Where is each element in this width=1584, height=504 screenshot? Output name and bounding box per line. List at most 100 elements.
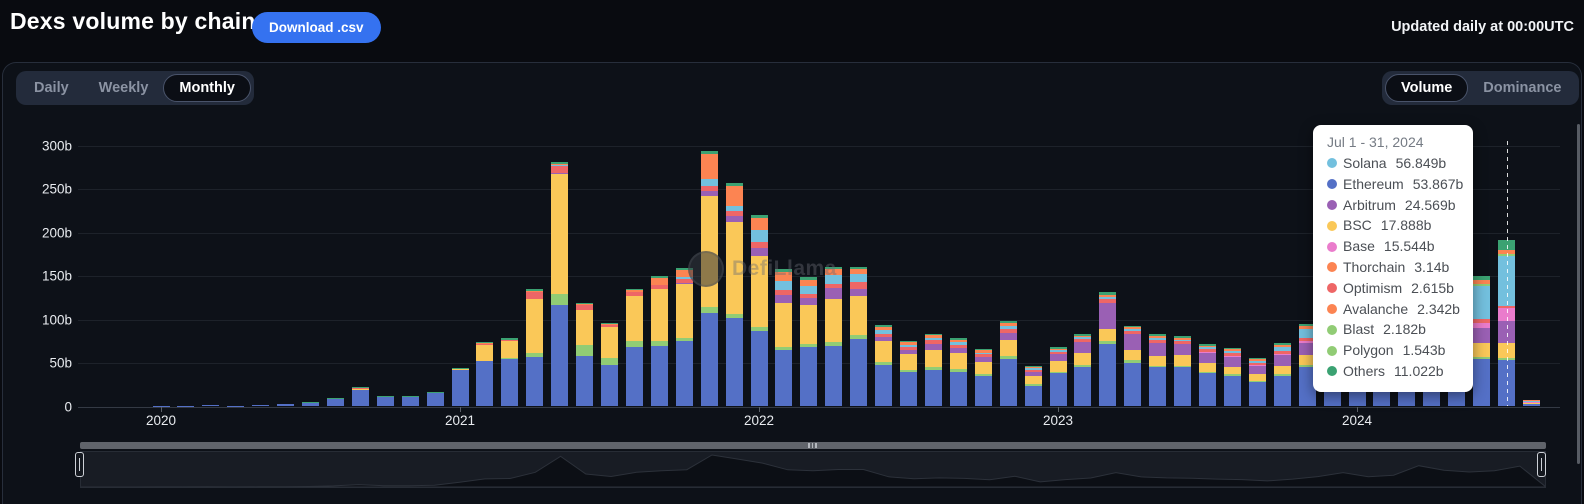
bar-column[interactable] [775,269,792,406]
bar-column[interactable] [875,325,892,407]
hover-tooltip: Jul 1 - 31, 2024 Solana56.849bEthereum53… [1313,125,1473,392]
bar-segment-ethereum [501,359,518,407]
vertical-scrollbar[interactable] [1577,124,1580,464]
bar-segment-bsc [626,296,643,341]
tooltip-row: Arbitrum24.569b [1327,195,1459,216]
bar-column[interactable] [1224,348,1241,407]
bar-column[interactable] [1050,347,1067,406]
tooltip-row: Polygon1.543b [1327,340,1459,361]
hover-axis-pointer [1507,141,1508,406]
bar-column[interactable] [227,406,244,407]
tooltip-row: Blast2.182b [1327,319,1459,340]
bar-column[interactable] [1249,358,1266,406]
bar-segment-ethereum [1124,363,1141,406]
bar-column[interactable] [1025,366,1042,406]
bar-column[interactable] [751,215,768,406]
bar-segment-arbitrum [1050,354,1067,361]
bar-segment-ethereum [1000,359,1017,407]
bar-column[interactable] [427,392,444,406]
bar-column[interactable] [352,387,369,406]
y-axis-label: 250b [26,182,72,197]
bar-segment-bsc [1124,350,1141,360]
bar-column[interactable] [327,398,344,406]
bar-column[interactable] [526,289,543,406]
bar-column[interactable] [726,183,743,406]
bar-column[interactable] [1274,343,1291,406]
bar-segment-ethereum [701,313,718,407]
bar-segment-ethereum [526,357,543,406]
bar-column[interactable] [850,267,867,407]
bar-column[interactable] [377,396,394,406]
bar-column[interactable] [202,405,219,406]
bar-column[interactable] [1149,334,1166,406]
bar-column[interactable] [1174,336,1191,407]
bar-segment-optimism [526,292,543,299]
bar-column[interactable] [651,276,668,406]
bar-column[interactable] [177,406,194,407]
bar-segment-bsc [1199,363,1216,372]
bar-column[interactable] [1124,326,1141,407]
bar-column[interactable] [900,341,917,407]
horizontal-scrollbar[interactable] [80,442,1546,449]
datazoom-left-handle[interactable] [75,452,84,477]
bar-segment-arbitrum [1174,344,1191,355]
bar-segment-bsc [1174,355,1191,365]
bar-segment-arbitrum [775,295,792,303]
bar-segment-bsc [925,350,942,367]
series-color-dot [1327,325,1337,335]
bar-column[interactable] [402,396,419,406]
bar-column[interactable] [1523,400,1540,406]
series-value: 11.022b [1394,361,1444,382]
bar-segment-bsc [1224,367,1241,375]
bar-column[interactable] [701,151,718,406]
bar-segment-bsc [1025,376,1042,384]
bar-column[interactable] [925,334,942,407]
bar-column[interactable] [800,277,817,406]
x-axis-tick [759,407,760,412]
bar-segment-solana [701,179,718,186]
tooltip-row: Thorchain3.14b [1327,257,1459,278]
bar-segment-ethereum [252,405,269,406]
bar-segment-bsc [825,299,842,342]
bar-column[interactable] [825,267,842,407]
bar-column[interactable] [950,338,967,407]
bar-column[interactable] [1199,344,1216,407]
bar-segment-bsc [551,174,568,294]
bar-column[interactable] [1473,276,1490,406]
bar-column[interactable] [302,402,319,406]
bar-column[interactable] [252,405,269,406]
series-name: Solana [1343,153,1387,174]
bar-column[interactable] [1099,292,1116,407]
bar-column[interactable] [277,404,294,406]
x-axis-label: 2023 [1043,413,1073,428]
bar-column[interactable] [1000,321,1017,406]
bar-column[interactable] [476,342,493,407]
bar-segment-ethereum [1099,344,1116,407]
series-color-dot [1327,158,1337,168]
scrollbar-grip-icon[interactable] [808,443,820,448]
bar-column[interactable] [576,303,593,406]
bar-segment-ethereum [726,318,743,407]
bar-segment-ethereum [227,406,244,407]
datazoom-minimap[interactable] [80,451,1546,488]
bar-column[interactable] [452,368,469,407]
datazoom-right-handle[interactable] [1537,452,1546,477]
series-value: 53.867b [1413,174,1464,195]
bar-column[interactable] [975,349,992,406]
series-name: Base [1343,236,1375,257]
series-color-dot [1327,221,1337,231]
bar-column[interactable] [626,289,643,406]
bar-segment-ethereum [327,399,344,407]
bar-segment-bsc [476,345,493,361]
tooltip-row: Base15.544b [1327,236,1459,257]
bar-segment-solana [800,286,817,294]
bar-segment-solana [1473,286,1490,319]
bar-column[interactable] [676,268,693,406]
bar-column[interactable] [501,338,518,406]
bar-column[interactable] [551,162,568,407]
bar-segment-ethereum [427,393,444,406]
bar-column[interactable] [601,323,618,407]
bar-column[interactable] [1074,334,1091,406]
bar-column[interactable] [153,406,170,407]
y-axis-label: 100b [26,312,72,327]
